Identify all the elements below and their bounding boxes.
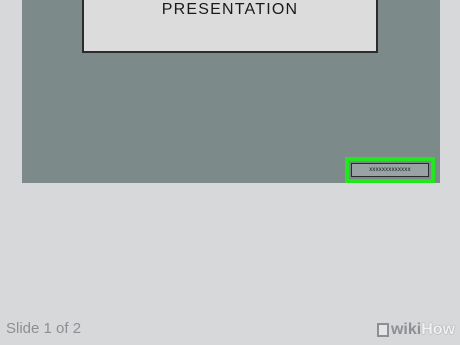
footer-textbox[interactable]: xxxxxxxxxxxxx — [351, 163, 429, 177]
watermark-text: wikiHow — [391, 321, 455, 339]
footer-text: xxxxxxxxxxxxx — [369, 167, 411, 173]
watermark-part2: How — [421, 321, 455, 338]
watermark-part1: wiki — [390, 321, 422, 338]
slide-preview[interactable]: PRESENTATION xxxxxxxxxxxxx — [22, 0, 440, 183]
slide-counter: Slide 1 of 2 — [6, 320, 82, 337]
footer-highlight: xxxxxxxxxxxxx — [345, 157, 435, 183]
slide-title: PRESENTATION — [161, 1, 299, 18]
title-placeholder[interactable]: PRESENTATION — [82, 0, 378, 53]
watermark-icon — [377, 323, 389, 337]
wikihow-watermark: wikiHow — [377, 318, 455, 342]
